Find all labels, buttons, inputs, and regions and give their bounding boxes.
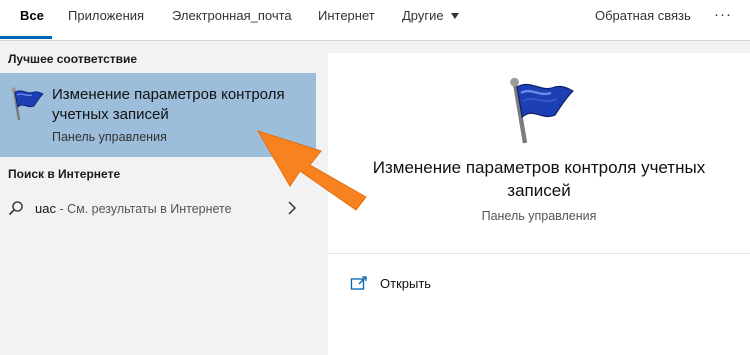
chevron-right-icon[interactable] bbox=[287, 201, 297, 215]
detail-title: Изменение параметров контроля учетных за… bbox=[372, 158, 706, 200]
web-search-query: uac bbox=[35, 201, 56, 216]
more-options-icon[interactable]: ··· bbox=[714, 0, 732, 29]
search-icon bbox=[8, 201, 23, 216]
tab-apps[interactable]: Приложения bbox=[68, 0, 144, 40]
best-match-result[interactable]: Изменение параметров контроля учетных за… bbox=[0, 73, 316, 157]
web-search-header: Поиск в Интернете bbox=[8, 167, 121, 181]
search-tab-bar: Все Приложения Электронная_почта Интерне… bbox=[0, 0, 750, 41]
open-label: Открыть bbox=[380, 276, 432, 291]
flag-icon bbox=[11, 87, 44, 121]
web-search-result[interactable]: uac - См. результаты в Интернете bbox=[0, 194, 316, 222]
best-match-subtitle: Панель управления bbox=[52, 130, 167, 144]
active-tab-indicator bbox=[0, 36, 52, 39]
open-icon bbox=[350, 276, 367, 290]
tab-web[interactable]: Интернет bbox=[318, 0, 375, 40]
results-pane: Лучшее соответствие Изменение параметров… bbox=[0, 41, 316, 355]
best-match-header: Лучшее соответствие bbox=[8, 52, 138, 66]
best-match-title: Изменение параметров контроля учетных за… bbox=[52, 86, 285, 123]
feedback-link[interactable]: Обратная связь bbox=[595, 0, 691, 40]
divider bbox=[328, 253, 750, 254]
detail-pane: Изменение параметров контроля учетных за… bbox=[328, 53, 750, 355]
detail-subtitle: Панель управления bbox=[481, 209, 597, 223]
web-search-text: uac - См. результаты в Интернете bbox=[35, 201, 232, 216]
tab-email[interactable]: Электронная_почта bbox=[172, 0, 292, 40]
web-search-suffix: - См. результаты в Интернете bbox=[55, 202, 232, 216]
tab-other-label: Другие bbox=[402, 8, 444, 23]
tab-all[interactable]: Все bbox=[20, 0, 44, 40]
chevron-down-icon bbox=[450, 13, 459, 19]
tab-other[interactable]: Другие bbox=[402, 0, 459, 40]
flag-icon-large bbox=[510, 77, 575, 144]
